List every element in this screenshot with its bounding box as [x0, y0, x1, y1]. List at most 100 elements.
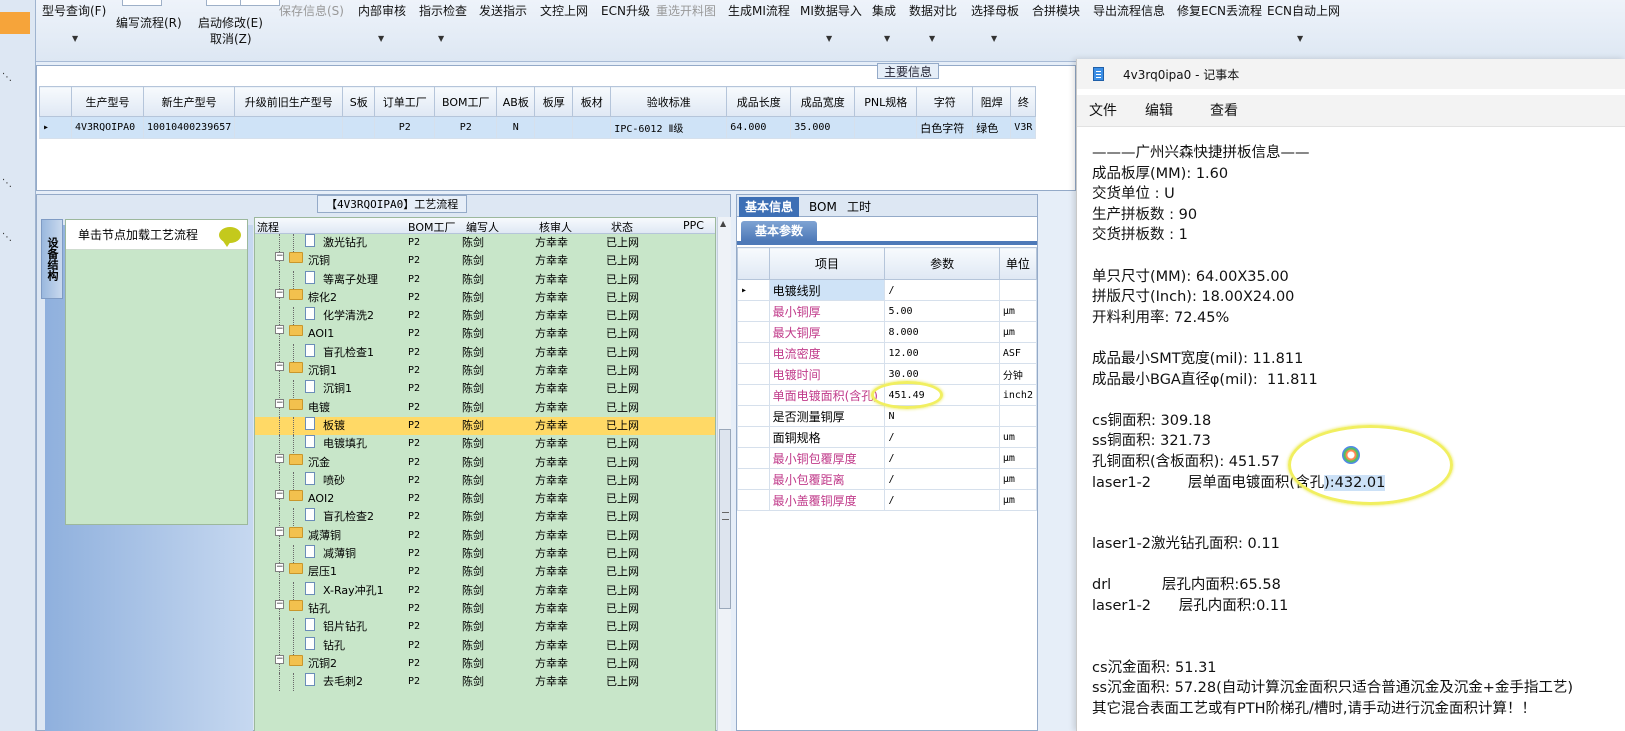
param-value[interactable]: / [884, 426, 1000, 448]
collapse-icon[interactable]: − [275, 398, 284, 408]
toolbar-select-mother-button[interactable]: 选择母板 [971, 2, 1019, 19]
tree-row[interactable]: − 钻孔 P2 陈剑 方幸幸 已上网 [255, 599, 715, 618]
toolbar-cancel-button[interactable]: 取消(Z) [210, 30, 252, 47]
table-cell[interactable] [572, 116, 612, 139]
toolbar-generate-mi-button[interactable]: 生成MI流程 [728, 2, 790, 19]
toolbar-export-flow-button[interactable]: 导出流程信息 [1093, 2, 1165, 19]
tree-row[interactable]: − AOI2 P2 陈剑 方幸幸 已上网 [255, 490, 715, 509]
param-row[interactable]: 最小铜厚 5.00 μm [737, 300, 1038, 322]
tree-row[interactable]: 铝片钻孔 P2 陈剑 方幸幸 已上网 [255, 618, 715, 637]
tree-row[interactable]: 减薄铜 P2 陈剑 方幸幸 已上网 [255, 545, 715, 564]
collapse-icon[interactable]: − [275, 362, 284, 372]
param-value[interactable]: / [884, 447, 1000, 469]
tree-row[interactable]: 等离子处理 P2 陈剑 方幸幸 已上网 [255, 270, 715, 289]
collapse-icon[interactable]: − [275, 288, 284, 298]
toolbar-field[interactable] [240, 0, 280, 6]
tab-basic-info[interactable]: 基本信息 [739, 197, 800, 217]
table-cell[interactable]: P2 [374, 116, 436, 139]
column-header[interactable]: 状态 [611, 219, 633, 235]
collapse-icon[interactable]: − [275, 563, 284, 573]
param-row[interactable]: 最小铜包覆厚度 / μm [737, 447, 1038, 469]
tree-row[interactable]: − 电镀 P2 陈剑 方幸幸 已上网 [255, 398, 715, 417]
tree-node-label[interactable]: 沉铜 [308, 252, 330, 270]
tree-node-label[interactable]: 沉铜2 [308, 655, 337, 673]
tree-row[interactable]: 沉铜1 P2 陈剑 方幸幸 已上网 [255, 380, 715, 399]
param-row[interactable]: 电镀时间 30.00 分钟 [737, 363, 1038, 385]
tree-row[interactable]: − 减薄铜 P2 陈剑 方幸幸 已上网 [255, 526, 715, 545]
tree-node-label[interactable]: 铝片钻孔 [323, 618, 367, 636]
tab-bom[interactable]: BOM [803, 197, 843, 217]
menu-file[interactable]: 文件 [1089, 100, 1117, 120]
tree-row[interactable]: 盲孔检查1 P2 陈剑 方幸幸 已上网 [255, 343, 715, 362]
column-header[interactable]: 板材 [572, 86, 612, 117]
column-header[interactable]: BOM工厂 [408, 219, 456, 235]
toolbar-internal-review-button[interactable]: 内部审核 [358, 2, 406, 19]
tree-row[interactable]: 激光钻孔 P2 陈剑 方幸幸 已上网 [255, 234, 715, 252]
toolbar-compare-button[interactable]: 数据对比 [909, 2, 957, 19]
tab-work-hours[interactable]: 工时 [841, 197, 877, 217]
column-header[interactable]: 流程 [257, 219, 279, 235]
tree-row[interactable]: 板镀 P2 陈剑 方幸幸 已上网 [255, 416, 715, 436]
column-header[interactable]: 项目 [768, 247, 886, 280]
toolbar-doc-online-button[interactable]: 文控上网 [540, 2, 588, 19]
tree-node-label[interactable]: 棕化2 [308, 289, 337, 307]
param-row[interactable]: 最大铜厚 8.000 μm [737, 321, 1038, 343]
tree-node-label[interactable]: 激光钻孔 [323, 234, 367, 252]
toolbar-model-query-button[interactable]: 型号查询(F) [42, 2, 106, 19]
tree-node-label[interactable]: 沉铜1 [323, 380, 352, 398]
collapse-icon[interactable]: − [275, 599, 284, 609]
toolbar-edit-flow-button[interactable]: 编写流程(R) [116, 14, 182, 31]
table-cell[interactable]: IPC-6012 Ⅱ级 [610, 116, 728, 139]
scroll-up-icon[interactable]: ▲ [720, 219, 726, 228]
tree-row[interactable]: − 沉铜 P2 陈剑 方幸幸 已上网 [255, 252, 715, 271]
tree-row[interactable]: − 沉金 P2 陈剑 方幸幸 已上网 [255, 453, 715, 472]
collapse-icon[interactable]: − [275, 526, 284, 536]
table-cell[interactable] [854, 116, 918, 139]
toolbar-mi-import-button[interactable]: MI数据导入 [800, 2, 862, 19]
tree-node-label[interactable]: 沉金 [308, 454, 330, 472]
column-header[interactable]: 板厚 [534, 86, 574, 117]
tree-node-label[interactable]: AOI2 [308, 490, 334, 508]
column-header[interactable]: PNL规格 [854, 86, 918, 117]
toolbar-merge-module-button[interactable]: 合拼模块 [1032, 2, 1080, 19]
tree-row[interactable]: − AOI1 P2 陈剑 方幸幸 已上网 [255, 325, 715, 344]
column-header[interactable]: S板 [342, 86, 376, 117]
tree-row[interactable]: 去毛刺2 P2 陈剑 方幸幸 已上网 [255, 673, 715, 692]
collapse-icon[interactable]: − [275, 252, 284, 262]
column-header[interactable]: 验收标准 [610, 86, 728, 117]
param-row[interactable]: 是否测量铜厚 N [737, 405, 1038, 427]
column-header[interactable]: 字符 [916, 86, 974, 117]
toolbar-fix-ecn-button[interactable]: 修复ECN丢流程 [1177, 2, 1262, 19]
param-row[interactable]: 电流密度 12.00 ASF [737, 342, 1038, 364]
tree-row[interactable]: 化学清洗2 P2 陈剑 方幸幸 已上网 [255, 307, 715, 326]
column-header[interactable]: 新生产型号 [142, 86, 236, 117]
tree-node-label[interactable]: 电镀 [308, 399, 330, 417]
tree-row[interactable]: − 棕化2 P2 陈剑 方幸幸 已上网 [255, 288, 715, 307]
tree-row[interactable]: 电镀填孔 P2 陈剑 方幸幸 已上网 [255, 435, 715, 454]
active-nav-marker[interactable] [0, 12, 30, 34]
chevron-down-icon[interactable]: ▼ [929, 34, 935, 43]
chevron-down-icon[interactable]: ▼ [438, 34, 444, 43]
param-value[interactable]: 8.000 [884, 321, 1000, 343]
table-cell[interactable]: 4V3RQOIPA0 [71, 116, 144, 139]
tree-node-label[interactable]: 电镀填孔 [323, 435, 367, 453]
table-cell[interactable] [342, 116, 376, 139]
menu-view[interactable]: 查看 [1210, 100, 1238, 120]
tab-basic-params[interactable]: 基本参数 [741, 221, 818, 241]
chevron-down-icon[interactable]: ▼ [378, 34, 384, 43]
table-cell[interactable]: 10010400239657 [142, 116, 236, 139]
column-header[interactable]: 单位 [998, 247, 1038, 280]
chevron-down-icon[interactable]: ▼ [72, 34, 78, 43]
toolbar-start-edit-button[interactable]: 启动修改(E) [198, 14, 263, 31]
collapse-icon[interactable]: − [275, 654, 284, 664]
tree-node-label[interactable]: 喷砂 [323, 472, 345, 490]
column-header[interactable]: 终 [1010, 86, 1037, 117]
toolbar-integrate-button[interactable]: 集成 [872, 2, 896, 19]
tree-row[interactable]: 喷砂 P2 陈剑 方幸幸 已上网 [255, 471, 715, 490]
param-row[interactable]: 面铜规格 / um [737, 426, 1038, 448]
table-row[interactable]: ▸ 4V3RQOIPA0 10010400239657 P2 P2 N IPC-… [39, 116, 1037, 139]
table-cell[interactable]: N [496, 116, 536, 139]
column-header[interactable]: 升级前旧生产型号 [234, 86, 344, 117]
tree-node-label[interactable]: 减薄铜 [323, 545, 356, 563]
tree-node-label[interactable]: 板镀 [323, 417, 345, 435]
